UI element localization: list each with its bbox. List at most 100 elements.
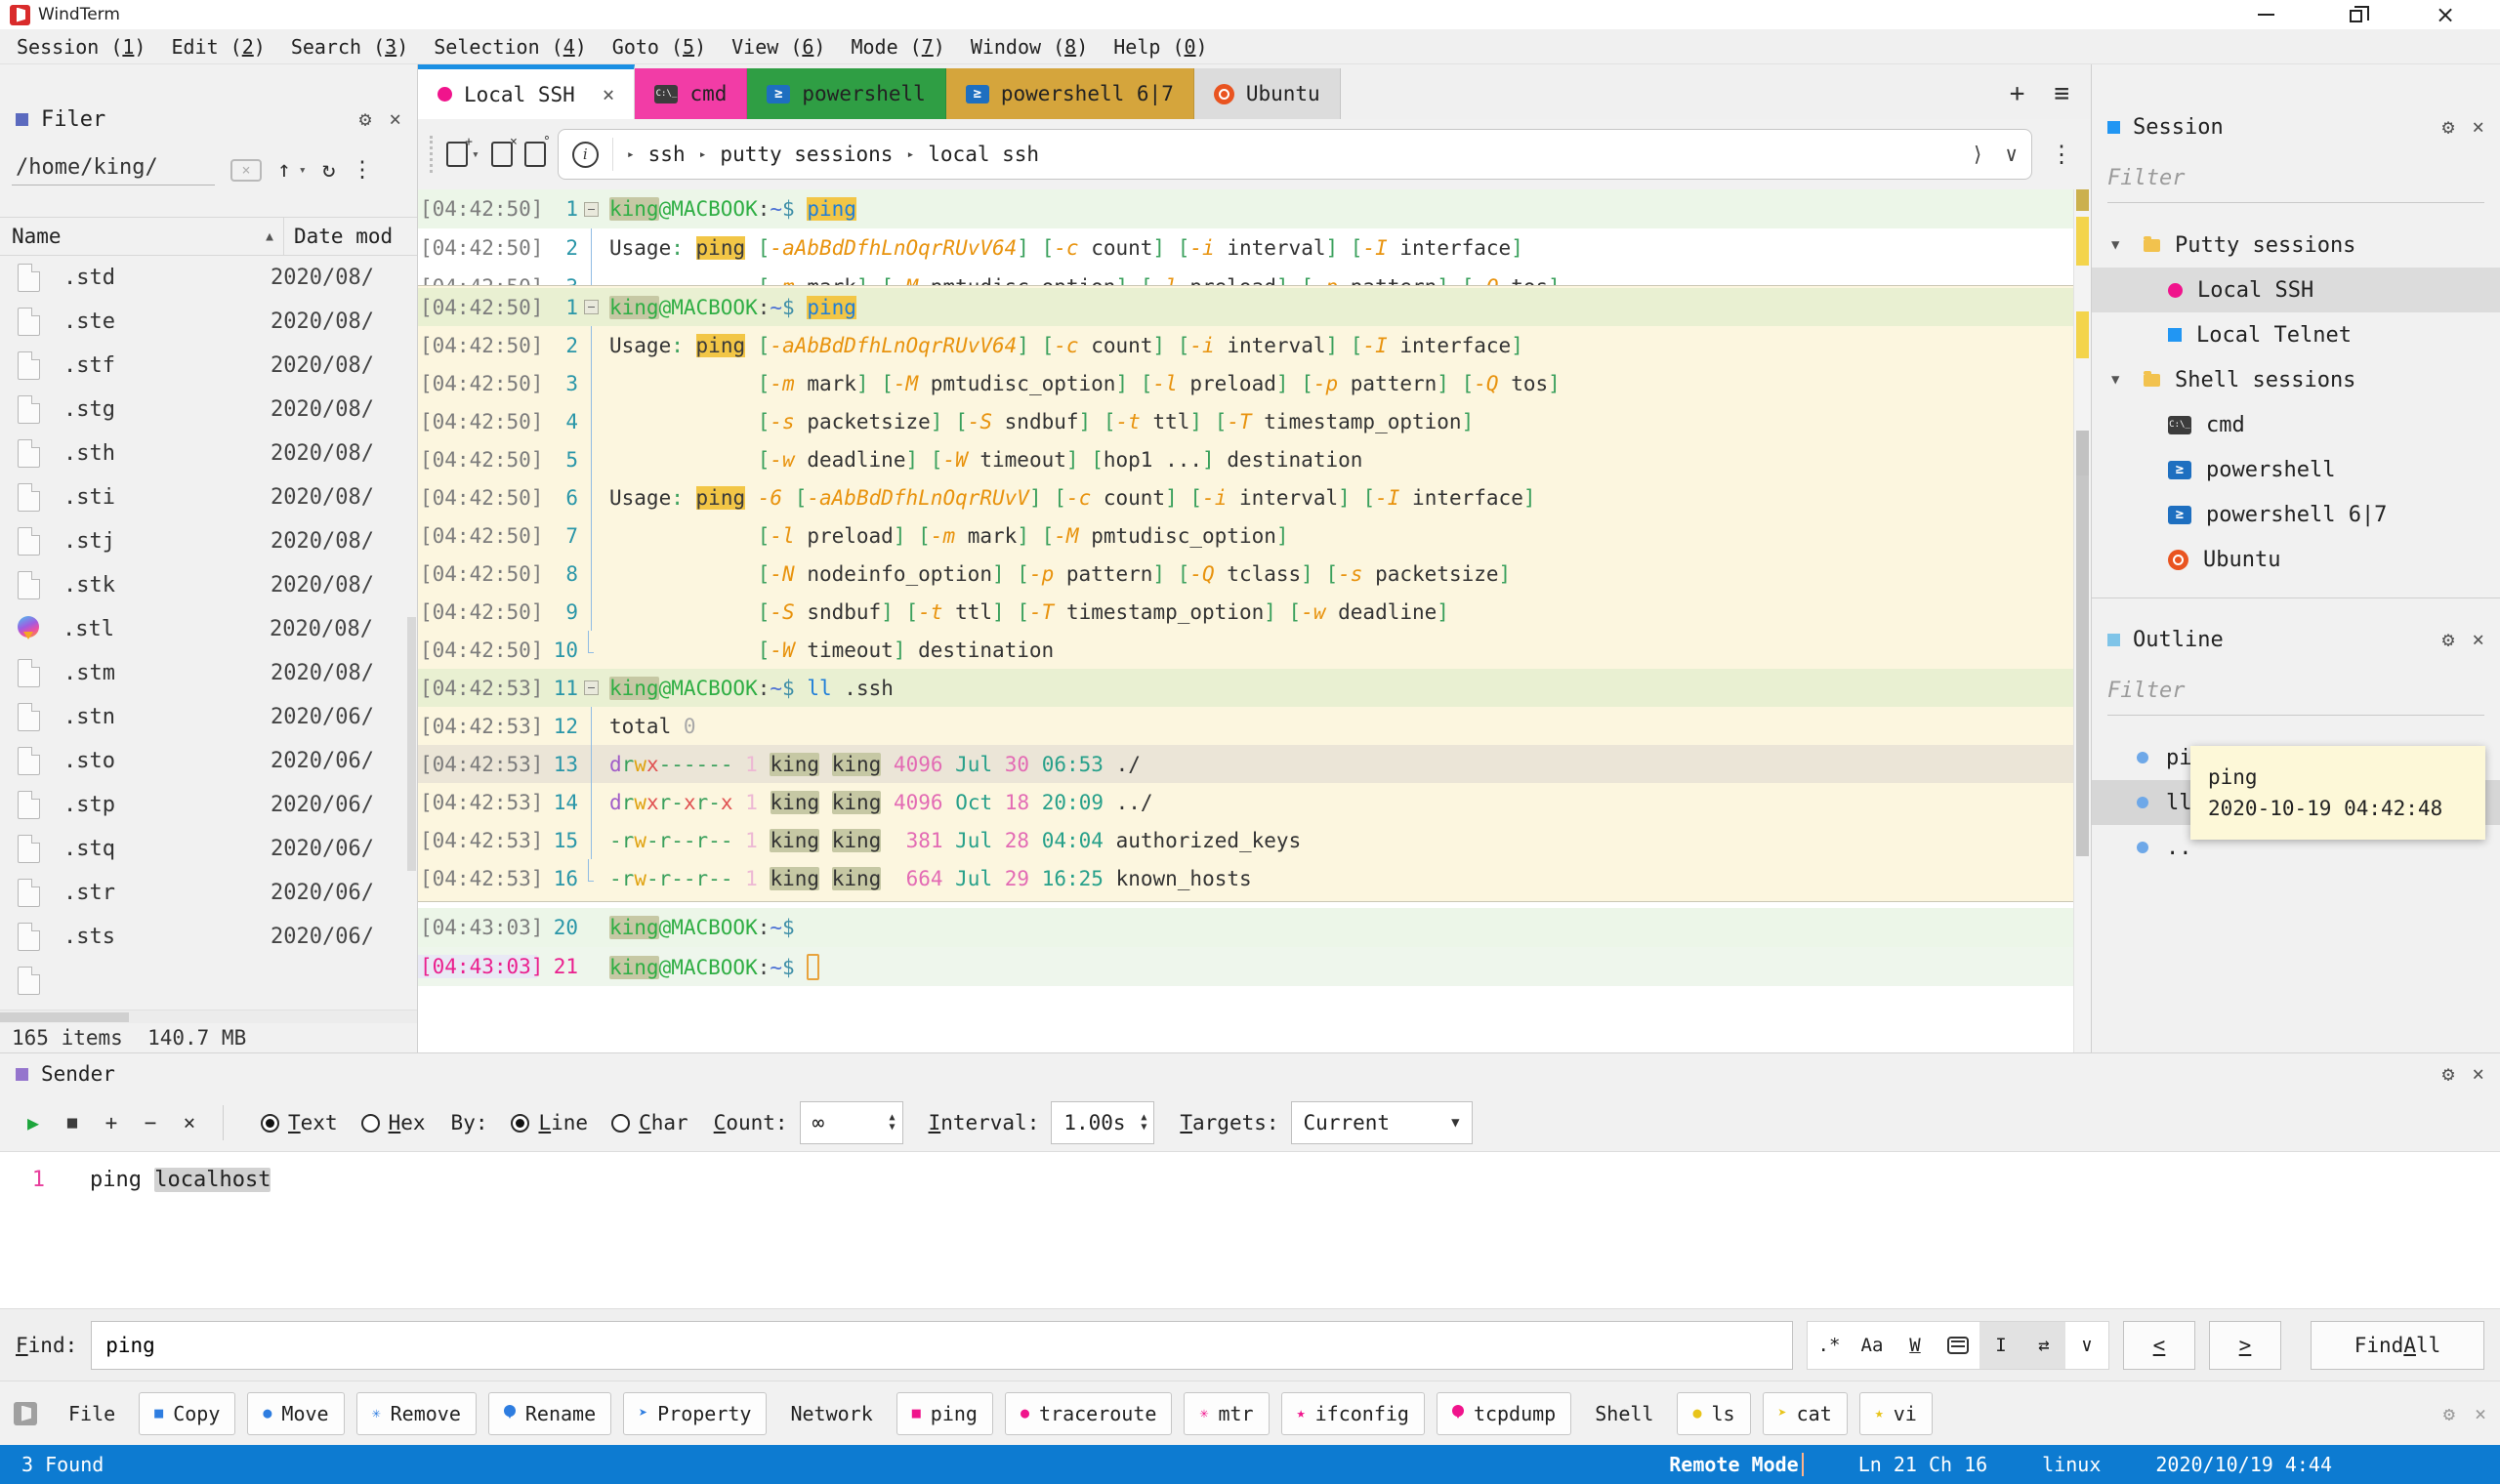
terminal-line-12[interactable]: [04:42:53] 12 total 0: [418, 707, 2073, 745]
regex-icon[interactable]: .*: [1808, 1322, 1851, 1369]
menu-session[interactable]: Session (1): [4, 35, 158, 59]
quickbar-traceroute-button[interactable]: ● traceroute: [1004, 1391, 1173, 1435]
count-spinner[interactable]: ∞ ▲ ▼: [799, 1101, 903, 1144]
clear-path-icon[interactable]: ×: [230, 158, 262, 182]
menu-window[interactable]: Window (8): [958, 35, 1101, 59]
file-row-stj[interactable]: .stj 2020/08/: [0, 519, 417, 563]
interval-spinner[interactable]: 1.00s ▲ ▼: [1051, 1101, 1155, 1144]
scroll-thumb[interactable]: [2076, 431, 2089, 475]
menu-search[interactable]: Search (3): [278, 35, 421, 59]
tab-ubuntu[interactable]: Ubuntu: [1193, 68, 1341, 119]
terminal-line-1[interactable]: [04:42:50] 1 king@MACBOOK:~$ ping: [418, 189, 2091, 228]
menu-view[interactable]: View (6): [719, 35, 838, 59]
terminal-line-3[interactable]: [04:42:50]3 [-m mark] [-M pmtudisc_optio…: [418, 364, 2073, 402]
info-icon[interactable]: i: [571, 141, 599, 168]
spin-down-icon[interactable]: ▼: [890, 1123, 896, 1133]
terminal-line-8[interactable]: [04:42:50] 8 [-N nodeinfo_option] [-p pat…: [418, 555, 2073, 593]
quickbar-copy-button[interactable]: ■ Copy: [139, 1391, 236, 1435]
whole-word-icon[interactable]: W: [1894, 1322, 1937, 1369]
restore-button[interactable]: [2311, 1, 2400, 28]
fold-collapse-icon[interactable]: [583, 300, 599, 314]
file-row-item[interactable]: [0, 959, 417, 1003]
gear-icon[interactable]: ⚙: [2443, 1402, 2455, 1425]
quickbar-rename-button[interactable]: Rename: [487, 1391, 612, 1435]
close-tab-icon[interactable]: ×: [490, 135, 518, 167]
tab-powershell[interactable]: powershell: [747, 68, 946, 119]
terminal-line-9[interactable]: [04:42:50] 9 [-S sndbuf] [-t ttl] [-T tim…: [418, 593, 2073, 631]
column-name[interactable]: Name: [12, 225, 62, 248]
new-tab-button[interactable]: +: [2010, 79, 2025, 108]
radio-hex[interactable]: Hex: [360, 1111, 426, 1134]
session-item-cmd[interactable]: cmd: [2092, 402, 2500, 447]
session-item-ubuntu[interactable]: Ubuntu: [2092, 537, 2500, 582]
up-directory-icon[interactable]: ↑: [277, 157, 291, 183]
tab-powershell-6-7[interactable]: powershell 6|7: [945, 68, 1194, 119]
match-case-icon[interactable]: Aa: [1851, 1322, 1894, 1369]
terminal-line-21[interactable]: [04:43:03] 21 king@MACBOOK:~$: [418, 947, 2073, 986]
more-menu-icon[interactable]: ⋮: [352, 157, 374, 183]
file-row-sto[interactable]: .sto 2020/06/: [0, 739, 417, 783]
menu-mode[interactable]: Mode (7): [838, 35, 957, 59]
session-item-local-telnet[interactable]: Local Telnet: [2092, 312, 2500, 357]
menu-selection[interactable]: Selection (4): [421, 35, 600, 59]
file-row-stp[interactable]: .stp 2020/06/: [0, 783, 417, 827]
gear-icon[interactable]: ⚙: [2442, 115, 2455, 139]
file-row-std[interactable]: .std 2020/08/: [0, 256, 417, 300]
fold-collapse-icon[interactable]: [583, 680, 599, 695]
terminal-line-14[interactable]: [04:42:53] 14 drwxr-xr-x 1 king king 4096 …: [418, 783, 2073, 821]
wrap-around-icon[interactable]: ⇄: [2022, 1321, 2065, 1369]
new-tab-dropdown-icon[interactable]: ▾: [472, 147, 479, 162]
quickbar-cat-button[interactable]: ➤ cat: [1762, 1391, 1848, 1435]
terminal-line-15[interactable]: [04:42:53] 15 -rw-r--r-- 1 king king 381 J…: [418, 821, 2073, 859]
session-filter-input[interactable]: Filter: [2107, 160, 2484, 203]
expand-right-icon[interactable]: ⟩: [1972, 143, 1984, 166]
menu-goto[interactable]: Goto (5): [600, 35, 719, 59]
terminal-line-10[interactable]: [04:42:50] 10 [-W timeout] destination: [418, 631, 2073, 669]
refresh-icon[interactable]: ↻: [322, 157, 336, 183]
session-item-putty-sessions[interactable]: ▼ Putty sessions: [2092, 223, 2500, 268]
close-icon[interactable]: ×: [389, 107, 401, 131]
scroll-thumb[interactable]: [2076, 475, 2089, 856]
new-tab-icon[interactable]: +: [446, 135, 473, 167]
column-date-modified[interactable]: Date mod: [284, 225, 393, 248]
targets-select[interactable]: Current ▼: [1290, 1101, 1473, 1144]
outline-filter-input[interactable]: Filter: [2107, 673, 2484, 716]
play-button[interactable]: ▶: [14, 1111, 53, 1134]
find-next-button[interactable]: >: [2209, 1320, 2281, 1370]
file-row-sth[interactable]: .sth 2020/08/: [0, 432, 417, 475]
terminal-line-16[interactable]: [04:42:53] 16 -rw-r--r-- 1 king king 664 J…: [418, 859, 2073, 897]
session-item-powershell-6-7[interactable]: powershell 6|7: [2092, 492, 2500, 537]
quickbar-mtr-button[interactable]: ✳ mtr: [1184, 1391, 1270, 1435]
expander-icon[interactable]: ▼: [2111, 237, 2129, 253]
terminal-line-6[interactable]: [04:42:50] 6 Usage: ping -6 [-aAbBdDfhLnOq…: [418, 478, 2073, 516]
file-row-stq[interactable]: .stq 2020/06/: [0, 827, 417, 871]
selection-lines-icon[interactable]: [1937, 1322, 1979, 1369]
quickbar-property-button[interactable]: ➤ Property: [623, 1391, 768, 1435]
stop-button[interactable]: ■: [53, 1113, 92, 1133]
terminal-line-4[interactable]: [04:42:50] 4 [-s packetsize] [-S sndbuf] …: [418, 402, 2073, 440]
file-row-stm[interactable]: .stm 2020/08/: [0, 651, 417, 695]
filer-horizontal-scrollbar[interactable]: [0, 1010, 417, 1023]
breadcrumb-putty-sessions[interactable]: putty sessions: [720, 143, 893, 166]
breadcrumb-local-ssh[interactable]: local ssh: [928, 143, 1039, 166]
terminal-line-5[interactable]: [04:42:50] 5 [-w deadline] [-W timeout] […: [418, 440, 2073, 478]
file-row-stg[interactable]: .stg 2020/08/: [0, 388, 417, 432]
file-row-sti[interactable]: .sti 2020/08/: [0, 475, 417, 519]
spin-down-icon[interactable]: ▼: [1141, 1123, 1146, 1133]
terminal-line-2[interactable]: [04:42:50] 2 Usage: ping [-aAbBdDfhLnOqrRU…: [418, 228, 2091, 268]
session-item-powershell[interactable]: powershell: [2092, 447, 2500, 492]
terminal-line-1[interactable]: [04:42:50] 1 king@MACBOOK:~$ ping: [418, 288, 2073, 326]
menu-edit[interactable]: Edit (2): [158, 35, 277, 59]
gear-icon[interactable]: ⚙: [2442, 628, 2455, 651]
tab-local-ssh[interactable]: Local SSH ×: [418, 64, 636, 119]
close-icon[interactable]: ×: [2475, 1402, 2486, 1425]
chevron-down-icon[interactable]: ∨: [2005, 143, 2018, 166]
fold-collapse-icon[interactable]: [583, 201, 599, 217]
quickbar-ifconfig-button[interactable]: ★ ifconfig: [1280, 1391, 1425, 1435]
close-button[interactable]: ×: [2400, 1, 2490, 28]
sender-editor[interactable]: 1 ping localhost: [0, 1151, 2500, 1308]
terminal-line-7[interactable]: [04:42:50] 7 [-l preload] [-m mark] [-M p…: [418, 516, 2073, 555]
file-row-stf[interactable]: .stf 2020/08/: [0, 344, 417, 388]
expander-icon[interactable]: ▼: [2111, 372, 2129, 388]
drag-grip[interactable]: [430, 136, 433, 173]
